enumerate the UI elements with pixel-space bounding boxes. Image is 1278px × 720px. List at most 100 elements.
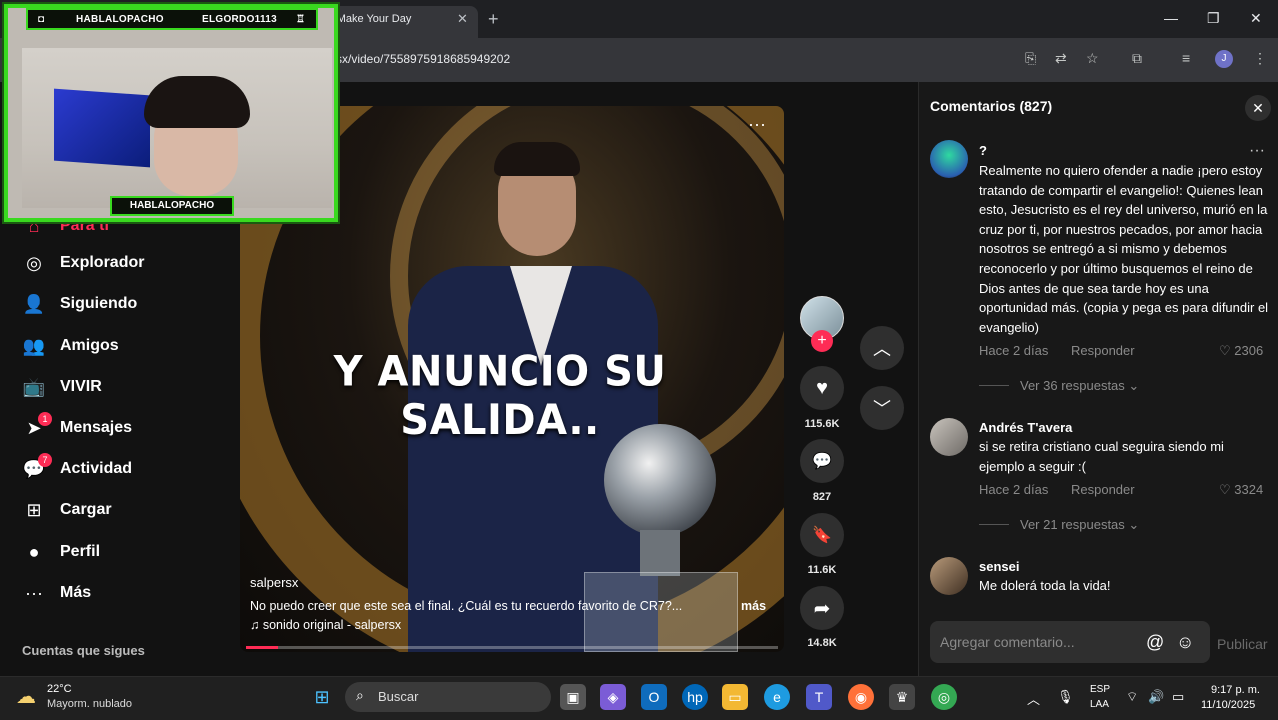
taskbar [0,676,1278,720]
outlook-icon[interactable]: O [641,684,667,710]
chevron-down-icon: ﹀ [873,399,891,419]
sidebar-item-label: Siguiendo [60,295,138,312]
webcam-tv [54,88,150,168]
replies-divider [979,524,1009,525]
firefox-icon[interactable]: ◉ [848,684,874,710]
bookmark-star-icon[interactable]: ☆ [1086,50,1099,67]
media-icon[interactable]: ≡ [1182,50,1190,66]
share-button[interactable]: ➦ [800,586,844,630]
bookmark-icon: 🔖 [812,527,832,544]
following-accounts-title: Cuentas que sigues [22,643,145,658]
emoji-icon[interactable]: ☺ [1176,632,1194,653]
comment-time: Hace 2 días [979,482,1049,497]
compass-icon: ◎ [26,252,42,273]
sidebar-item-cargar[interactable]: ⊞ Cargar [22,496,111,524]
webcam-hair [144,76,250,128]
description-more-link[interactable]: más [741,599,766,613]
tray-chevron-icon[interactable]: ︿ [1027,689,1040,708]
comment-text: Realmente no quiero ofender a nadie ¡per… [979,163,1269,335]
trophy-stem [640,530,680,576]
sidebar-item-label: Mensajes [60,419,133,436]
close-window-button[interactable]: ✕ [1250,10,1262,27]
post-comment-button[interactable]: Publicar [1217,636,1268,652]
comment-like-button[interactable]: ♡ 3324 [1219,482,1263,498]
sidebar-item-actividad[interactable]: 💬 7 Actividad [22,453,132,483]
comment-like-button[interactable]: ♡ 2306 [1219,343,1263,359]
comment-icon: 💬 [812,453,832,470]
edge-icon[interactable]: e [764,684,790,710]
clock-date[interactable]: 11/10/2025 [1201,699,1255,711]
minimize-button[interactable]: — [1164,10,1178,26]
hp-icon[interactable]: hp [682,684,708,710]
video-description: No puedo creer que este sea el final. ¿C… [250,599,683,613]
sidebar-item-más[interactable]: ··· Más [22,579,91,607]
like-button[interactable]: ♥ [800,366,844,410]
video-progress-bar[interactable] [246,646,778,649]
profile-avatar[interactable]: J [1215,50,1233,68]
comment-avatar[interactable] [930,418,968,456]
sidebar-item-amigos[interactable]: 👥 Amigos [22,332,119,360]
copilot-icon[interactable]: ◈ [600,684,626,710]
app-icon[interactable]: ♛ [889,684,915,710]
sidebar-item-siguiendo[interactable]: 👤 Siguiendo [22,290,138,318]
clock-time[interactable]: 9:17 p. m. [1211,684,1260,696]
video-author[interactable]: salpersx [250,575,298,590]
weather-temp[interactable]: 22°C [47,683,72,695]
following-icon: 👤 [22,293,46,314]
previous-video-button[interactable]: ︿ [860,326,904,370]
view-replies-button[interactable]: Ver 36 respuestas ⌄ [1020,378,1139,394]
battery-icon[interactable]: ▭ [1172,689,1184,705]
view-replies-button[interactable]: Ver 21 respuestas ⌄ [1020,517,1139,533]
comment-button[interactable]: 💬 [800,439,844,483]
windows-start-icon[interactable]: ⊞ [309,684,335,710]
close-comments-button[interactable]: ✕ [1245,95,1271,121]
install-app-icon[interactable]: ⎘ [1025,50,1036,67]
comment-avatar[interactable] [930,557,968,595]
browser-menu-icon[interactable]: ⋮ [1253,50,1267,67]
wifi-icon[interactable]: ⌔ [1126,689,1138,705]
reply-button[interactable]: Responder [1071,482,1135,497]
extensions-icon[interactable]: ⧉ [1132,50,1142,67]
sidebar-item-mensajes[interactable]: ➤ 1 Mensajes [22,412,133,442]
sidebar-item-vivir[interactable]: 📺 VIVIR [22,373,102,401]
comment-count: 827 [812,491,832,503]
upload-icon: ⊞ [26,499,42,520]
overlay-handle-right: ELGORDO1113 [202,14,277,25]
teams-icon[interactable]: T [806,684,832,710]
comment-author[interactable]: Andrés T'avera [979,420,1072,435]
keyboard-layout[interactable]: LAA [1090,699,1109,710]
task-view-icon[interactable]: ▣ [560,684,586,710]
weather-desc[interactable]: Mayorm. nublado [47,698,132,710]
translate-icon[interactable]: ⇄ [1055,50,1067,67]
volume-icon[interactable]: 🔊 [1148,689,1164,705]
video-more-icon[interactable]: ··· [748,114,766,135]
save-button[interactable]: 🔖 [800,513,844,557]
new-tab-button[interactable]: + [488,9,499,30]
comment-author[interactable]: ? [979,143,987,158]
weather-icon[interactable]: ☁ [16,684,36,709]
speaker-hair [494,142,580,176]
sidebar-item-explorador[interactable]: ◎ Explorador [22,249,144,277]
search-icon: ⌕ [356,687,364,703]
microphone-icon[interactable]: 🎙 [1057,689,1074,705]
mention-icon[interactable]: @ [1146,632,1164,653]
next-video-button[interactable]: ﹀ [860,386,904,430]
taskbar-search-label: Buscar [378,689,419,704]
chrome-icon[interactable]: ◎ [931,684,957,710]
video-music[interactable]: ♫ sonido original - salpersx [250,618,401,632]
taskbar-search[interactable] [345,682,551,712]
follow-button[interactable]: + [811,330,833,352]
tab-close-icon[interactable]: ✕ [457,11,468,27]
comment-more-icon[interactable]: ··· [1249,142,1265,160]
language-indicator[interactable]: ESP [1090,684,1110,695]
file-explorer-icon[interactable]: ▭ [722,684,748,710]
maximize-button[interactable]: ❐ [1207,10,1220,27]
url-field[interactable]: sx/video/7558975918685949202 [336,52,510,66]
reply-button[interactable]: Responder [1071,343,1135,358]
sidebar-item-perfil[interactable]: ● Perfil [22,538,100,566]
comment-author[interactable]: sensei [979,559,1019,574]
comment-text: Me dolerá toda la vida! [979,578,1111,593]
profile-icon: ● [28,541,40,562]
tab-title: - Make Your Day [330,13,412,25]
comment-avatar[interactable] [930,140,968,178]
